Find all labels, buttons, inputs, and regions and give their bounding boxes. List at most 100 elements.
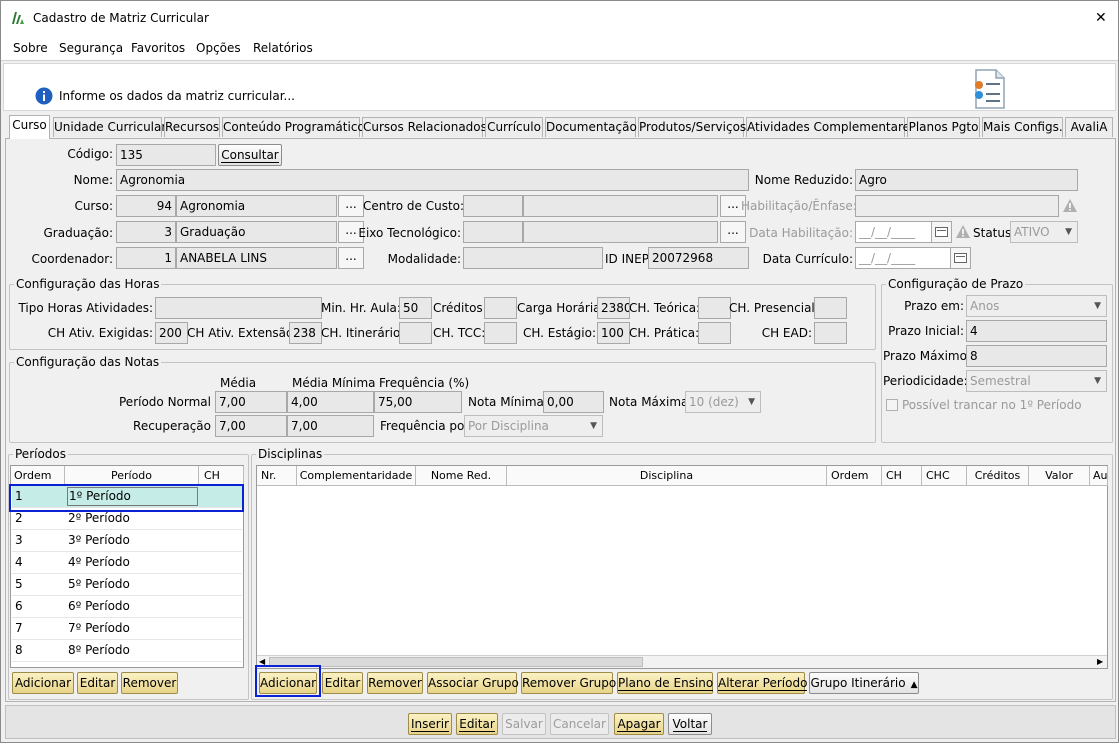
col-nome-red[interactable]: Nome Red. — [416, 466, 507, 486]
tab-curriculo[interactable]: Currículo — [485, 117, 543, 137]
salvar-button[interactable]: Salvar — [502, 713, 546, 735]
min-hr-aula-field[interactable]: 50 — [399, 297, 432, 319]
ch-pratica-field[interactable] — [698, 322, 731, 344]
tab-conteudo-programatico[interactable]: Conteúdo Programático — [222, 117, 365, 137]
tab-mais-configs[interactable]: Mais Configs. — [982, 117, 1063, 137]
menu-seguranca[interactable]: Segurança — [59, 39, 123, 57]
col-chc[interactable]: CHC — [922, 466, 967, 486]
menu-favoritos[interactable]: Favoritos — [131, 39, 185, 57]
table-row[interactable]: 3 3º Período — [12, 530, 242, 552]
remover-grupo-button[interactable]: Remover Grupo — [521, 672, 616, 694]
tab-avalia[interactable]: AvaliA — [1065, 117, 1113, 137]
editar-button[interactable]: Editar — [456, 713, 498, 735]
tab-cursos-relacionados[interactable]: Cursos Relacionados — [362, 117, 487, 137]
ch-ativ-exigidas-field[interactable]: 200 — [155, 322, 188, 344]
nota-minima-field[interactable]: 0,00 — [543, 391, 604, 413]
periodo-remover-button[interactable]: Remover — [121, 672, 178, 694]
apagar-button[interactable]: Apagar — [614, 713, 664, 735]
frequencia-por-select[interactable]: Por Disciplina ▼ — [464, 415, 603, 437]
table-row[interactable]: 7 7º Período — [12, 618, 242, 640]
consultar-button[interactable]: Consultar — [218, 144, 282, 166]
col-valor[interactable]: Valor — [1029, 466, 1090, 486]
coordenador-id-field[interactable]: 1 — [116, 247, 176, 269]
col-periodo[interactable]: Período — [65, 466, 199, 486]
col-creditos[interactable]: Créditos — [967, 466, 1029, 486]
prazo-maximo-field[interactable]: 8 — [966, 345, 1107, 367]
prazo-em-select[interactable]: Anos ▼ — [966, 295, 1107, 317]
col-complementaridade[interactable]: Complementaridade — [297, 466, 416, 486]
ch-ead-field[interactable] — [814, 322, 847, 344]
calendar-button[interactable] — [931, 221, 952, 243]
menu-relatorios[interactable]: Relatórios — [253, 39, 313, 57]
prazo-inicial-field[interactable]: 4 — [966, 320, 1107, 342]
ch-presencial-field[interactable] — [814, 297, 847, 319]
table-row[interactable]: 8 8º Período — [12, 640, 242, 662]
nome-reduzido-field[interactable]: Agro — [855, 169, 1078, 191]
calendar-button[interactable] — [950, 247, 971, 269]
horizontal-scrollbar[interactable]: ◀ ▶ — [257, 655, 1107, 668]
codigo-field[interactable]: 135 — [116, 144, 216, 166]
curso-id-field[interactable]: 94 — [116, 195, 176, 217]
scroll-right-icon[interactable]: ▶ — [1097, 657, 1103, 666]
pn-frequencia-field[interactable]: 75,00 — [374, 391, 462, 413]
inserir-button[interactable]: Inserir — [408, 713, 452, 735]
scroll-thumb[interactable] — [269, 657, 643, 667]
cancelar-button[interactable]: Cancelar — [550, 713, 609, 735]
rec-media-minima-field[interactable]: 7,00 — [287, 415, 374, 437]
ch-tcc-field[interactable] — [484, 322, 517, 344]
col-au[interactable]: Au — [1090, 466, 1108, 486]
col-ch[interactable]: CH — [199, 466, 244, 486]
col-ordem[interactable]: Ordem — [11, 466, 65, 486]
menu-opcoes[interactable]: Opções — [196, 39, 241, 57]
plano-ensino-button[interactable]: Plano de Ensino — [617, 672, 714, 694]
nota-maxima-select[interactable]: 10 (dez) ▼ — [685, 391, 761, 413]
col-disciplina[interactable]: Disciplina — [507, 466, 827, 486]
centro-custo-id-field[interactable] — [463, 195, 523, 217]
data-curriculo-field[interactable]: __/__/____ — [855, 247, 951, 269]
table-row[interactable]: 4 4º Período — [12, 552, 242, 574]
tab-curso[interactable]: Curso — [9, 115, 50, 139]
table-row[interactable]: 6 6º Período — [12, 596, 242, 618]
close-icon[interactable]: ✕ — [1095, 9, 1107, 27]
tipo-horas-field[interactable] — [155, 297, 322, 319]
graduacao-id-field[interactable]: 3 — [116, 221, 176, 243]
modalidade-field[interactable] — [463, 247, 603, 269]
ch-itinerario-field[interactable] — [399, 322, 432, 344]
tab-atividades-complementares[interactable]: Atividades Complementares — [746, 117, 916, 137]
tab-planos-pgto[interactable]: Planos Pgto — [907, 117, 980, 137]
periodo-editar-button[interactable]: Editar — [77, 672, 118, 694]
periodicidade-select[interactable]: Semestral ▼ — [966, 370, 1107, 392]
pn-media-field[interactable]: 7,00 — [215, 391, 287, 413]
data-habilitacao-field[interactable]: __/__/____ — [855, 221, 932, 243]
ch-teorica-field[interactable] — [698, 297, 731, 319]
periodo-adicionar-button[interactable]: Adicionar — [12, 672, 74, 694]
nome-field[interactable]: Agronomia — [116, 169, 749, 191]
rec-media-field[interactable]: 7,00 — [215, 415, 287, 437]
pn-media-minima-field[interactable]: 4,00 — [287, 391, 374, 413]
col-nr[interactable]: Nr. — [257, 466, 297, 486]
tab-unidade-curricular[interactable]: Unidade Curricular — [53, 117, 166, 137]
ch-ativ-extensao-field[interactable]: 238 — [289, 322, 322, 344]
eixo-id-field[interactable] — [463, 221, 523, 243]
disciplina-editar-button[interactable]: Editar — [322, 672, 363, 694]
trancar-checkbox[interactable] — [886, 399, 898, 411]
table-row[interactable]: 5 5º Período — [12, 574, 242, 596]
alterar-periodo-button[interactable]: Alterar Período — [717, 672, 808, 694]
ch-estagio-field[interactable]: 100 — [597, 322, 630, 344]
id-inep-field[interactable]: 20072968 — [648, 247, 749, 269]
tab-documentacao[interactable]: Documentação — [545, 117, 637, 137]
coordenador-lookup-button[interactable]: ... — [338, 247, 364, 269]
grupo-itinerario-button[interactable]: Grupo Itinerário ▲ — [809, 672, 919, 694]
col-ordem[interactable]: Ordem — [827, 466, 882, 486]
voltar-button[interactable]: Voltar — [668, 713, 712, 735]
menu-sobre[interactable]: Sobre — [13, 39, 48, 57]
status-select[interactable]: ATIVO ▼ — [1010, 221, 1078, 243]
associar-grupo-button[interactable]: Associar Grupo — [427, 672, 519, 694]
tab-produtos-servicos[interactable]: Produtos/Serviços — [638, 117, 746, 137]
col-ch[interactable]: CH — [882, 466, 922, 486]
disciplina-remover-button[interactable]: Remover — [367, 672, 423, 694]
creditos-field[interactable] — [484, 297, 517, 319]
tab-recursos[interactable]: Recursos — [164, 117, 220, 137]
carga-horaria-field[interactable]: 2380 — [597, 297, 630, 319]
curso-lookup-button[interactable]: ... — [338, 195, 364, 217]
